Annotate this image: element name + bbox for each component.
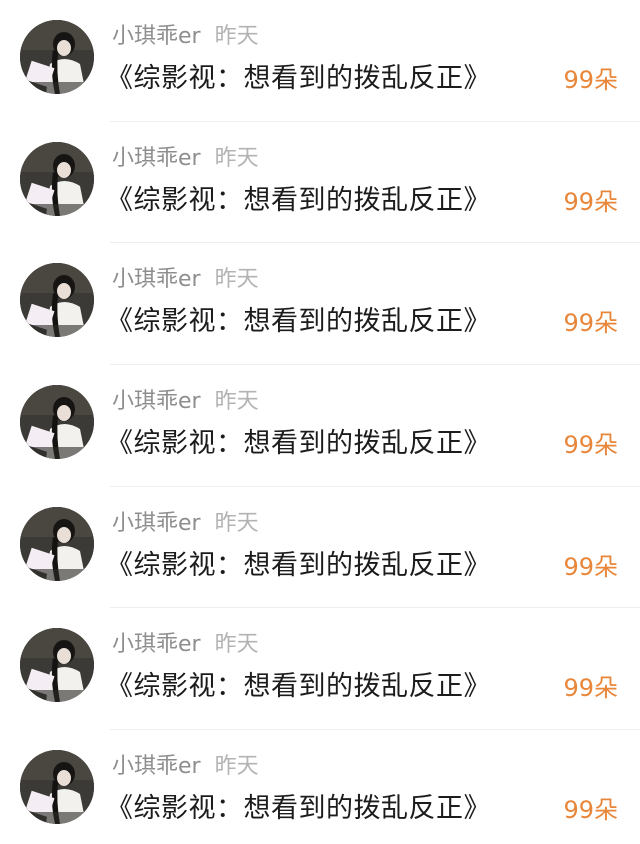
item-meta: 小琪乖er 昨天 [112, 263, 259, 297]
item-title[interactable]: 《综影视：想看到的拨乱反正》 [106, 788, 491, 830]
user-avatar-icon [20, 20, 94, 94]
timestamp: 昨天 [214, 632, 259, 658]
item-meta: 小琪乖er 昨天 [112, 385, 259, 419]
user-avatar-icon [20, 506, 94, 581]
flower-count: 99朵 [563, 66, 618, 94]
flower-count: 99朵 [563, 552, 618, 581]
username[interactable]: 小琪乖er [112, 632, 201, 657]
timestamp: 昨天 [214, 510, 259, 536]
timestamp: 昨天 [214, 145, 259, 171]
list-item[interactable]: 小琪乖er 昨天 《综影视：想看到的拨乱反正》 99朵 [0, 608, 640, 730]
avatar[interactable] [20, 385, 94, 460]
item-meta: 小琪乖er 昨天 [112, 507, 259, 541]
username[interactable]: 小琪乖er [112, 146, 201, 171]
message-list: 小琪乖er 昨天 《综影视：想看到的拨乱反正》 99朵 小琪乖er 昨天 《综影… [0, 0, 640, 844]
username[interactable]: 小琪乖er [112, 24, 201, 49]
flower-count: 99朵 [563, 674, 618, 703]
timestamp: 昨天 [214, 754, 259, 780]
flower-count: 99朵 [563, 309, 618, 338]
list-item[interactable]: 小琪乖er 昨天 《综影视：想看到的拨乱反正》 99朵 [0, 0, 640, 122]
user-avatar-icon [20, 385, 94, 460]
username[interactable]: 小琪乖er [112, 511, 201, 536]
avatar[interactable] [20, 628, 94, 703]
avatar[interactable] [20, 506, 94, 581]
item-meta: 小琪乖er 昨天 [112, 628, 259, 662]
item-title[interactable]: 《综影视：想看到的拨乱反正》 [106, 301, 491, 343]
avatar[interactable] [20, 263, 94, 338]
item-title[interactable]: 《综影视：想看到的拨乱反正》 [106, 423, 491, 465]
flower-count: 99朵 [563, 187, 618, 216]
item-title[interactable]: 《综影视：想看到的拨乱反正》 [106, 545, 491, 587]
item-meta: 小琪乖er 昨天 [112, 20, 259, 54]
list-item[interactable]: 小琪乖er 昨天 《综影视：想看到的拨乱反正》 99朵 [0, 122, 640, 244]
avatar[interactable] [20, 141, 94, 216]
timestamp: 昨天 [214, 267, 259, 293]
list-item[interactable]: 小琪乖er 昨天 《综影视：想看到的拨乱反正》 99朵 [0, 487, 640, 609]
user-avatar-icon [20, 141, 94, 216]
username[interactable]: 小琪乖er [112, 754, 201, 779]
flower-count: 99朵 [563, 796, 618, 825]
timestamp: 昨天 [214, 24, 259, 49]
avatar[interactable] [20, 750, 94, 825]
user-avatar-icon [20, 263, 94, 338]
username[interactable]: 小琪乖er [112, 389, 201, 414]
avatar[interactable] [20, 20, 94, 94]
user-avatar-icon [20, 628, 94, 703]
list-item[interactable]: 小琪乖er 昨天 《综影视：想看到的拨乱反正》 99朵 [0, 365, 640, 487]
item-meta: 小琪乖er 昨天 [112, 750, 259, 784]
item-title[interactable]: 《综影视：想看到的拨乱反正》 [106, 58, 491, 100]
timestamp: 昨天 [214, 389, 259, 415]
user-avatar-icon [20, 750, 94, 825]
list-item[interactable]: 小琪乖er 昨天 《综影视：想看到的拨乱反正》 99朵 [0, 243, 640, 365]
item-title[interactable]: 《综影视：想看到的拨乱反正》 [106, 666, 491, 708]
item-title[interactable]: 《综影视：想看到的拨乱反正》 [106, 180, 491, 222]
list-item[interactable]: 小琪乖er 昨天 《综影视：想看到的拨乱反正》 99朵 [0, 730, 640, 844]
username[interactable]: 小琪乖er [112, 267, 201, 292]
item-meta: 小琪乖er 昨天 [112, 142, 259, 176]
flower-count: 99朵 [563, 431, 618, 460]
